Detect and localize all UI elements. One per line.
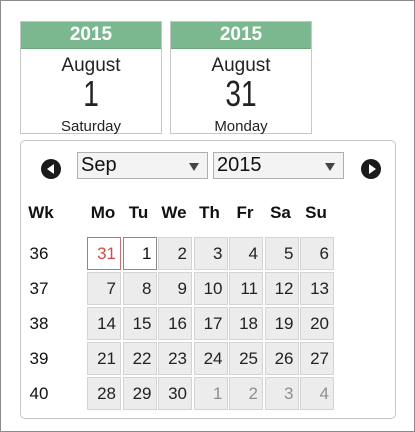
year-select[interactable]: 2015	[213, 152, 344, 179]
weekday-header: Su	[305, 203, 327, 222]
start-date-card[interactable]: 2015 August 1 Saturday	[20, 21, 162, 135]
day-cell[interactable]: 29	[122, 377, 157, 410]
end-day: 31	[225, 73, 257, 114]
day-cell[interactable]: 20	[300, 307, 334, 340]
week-number: 36	[29, 244, 49, 263]
month-select-value: Sep	[81, 154, 117, 176]
day-cell[interactable]: 16	[158, 307, 192, 340]
week-number-header: Wk	[28, 203, 54, 222]
day-cell[interactable]: 2	[229, 377, 263, 410]
day-cell[interactable]: 9	[158, 272, 192, 305]
day-cell[interactable]: 1	[193, 377, 228, 410]
week-number: 40	[29, 384, 49, 403]
day-cell[interactable]: 15	[122, 307, 157, 340]
date-range-picker: 2015 August 1 Saturday 2015 August 31 Mo…	[0, 0, 415, 432]
day-cell[interactable]: 5	[264, 237, 299, 270]
day-cell[interactable]: 24	[193, 342, 228, 375]
day-cell[interactable]: 18	[229, 307, 263, 340]
weekday-header: Tu	[128, 203, 149, 222]
month-select[interactable]: Sep	[77, 152, 208, 179]
day-cell[interactable]: 28	[87, 377, 121, 410]
day-cell[interactable]: 13	[300, 272, 334, 305]
day-cell[interactable]: 14	[87, 307, 121, 340]
weekday-header: We	[161, 203, 187, 222]
start-weekday: Saturday	[60, 118, 122, 135]
day-cell[interactable]: 19	[264, 307, 299, 340]
year-select-value: 2015	[217, 154, 262, 176]
dropdown-arrow-icon	[325, 163, 335, 171]
day-cell[interactable]: 22	[122, 342, 157, 375]
calendar-panel: Sep 2015 Wk Mo Tu We Th Fr Sa Su 36 31 1 2 3 4 5 6 37 7 8 9…	[20, 140, 396, 419]
day-cell[interactable]: 31	[87, 237, 121, 270]
weekday-header: Th	[199, 203, 220, 222]
day-cell[interactable]: 2	[158, 237, 192, 270]
dropdown-arrow-icon	[189, 163, 199, 171]
weekday-header: Fr	[236, 203, 254, 222]
day-cell[interactable]: 4	[229, 237, 263, 270]
chevron-left-icon	[46, 164, 54, 174]
weekday-header: Sa	[270, 203, 291, 222]
day-cell[interactable]: 7	[87, 272, 121, 305]
day-cell[interactable]: 25	[229, 342, 263, 375]
end-year: 2015	[171, 22, 311, 49]
week-number: 38	[29, 314, 49, 333]
start-year: 2015	[21, 22, 161, 49]
prev-month-button[interactable]	[41, 159, 61, 179]
day-cell[interactable]: 23	[158, 342, 192, 375]
day-cell[interactable]: 26	[264, 342, 299, 375]
chevron-right-icon	[368, 164, 376, 174]
day-cell[interactable]: 4	[300, 377, 334, 410]
week-number: 39	[29, 349, 49, 368]
start-day: 1	[83, 73, 99, 114]
day-cell[interactable]: 10	[193, 272, 228, 305]
day-cell[interactable]: 17	[193, 307, 228, 340]
day-cell[interactable]: 11	[229, 272, 263, 305]
day-cell[interactable]: 21	[87, 342, 121, 375]
next-month-button[interactable]	[361, 159, 381, 179]
day-cell[interactable]: 12	[264, 272, 299, 305]
day-cell[interactable]: 30	[158, 377, 192, 410]
day-cell[interactable]: 8	[122, 272, 157, 305]
end-weekday: Monday	[214, 118, 268, 135]
day-cell[interactable]: 3	[264, 377, 299, 410]
end-date-card[interactable]: 2015 August 31 Monday	[170, 21, 312, 135]
day-cell[interactable]: 1	[122, 237, 157, 270]
day-cell[interactable]: 27	[300, 342, 334, 375]
day-cell[interactable]: 3	[193, 237, 228, 270]
day-cell[interactable]: 6	[300, 237, 334, 270]
weekday-header: Mo	[90, 203, 116, 222]
week-number: 37	[29, 279, 49, 298]
